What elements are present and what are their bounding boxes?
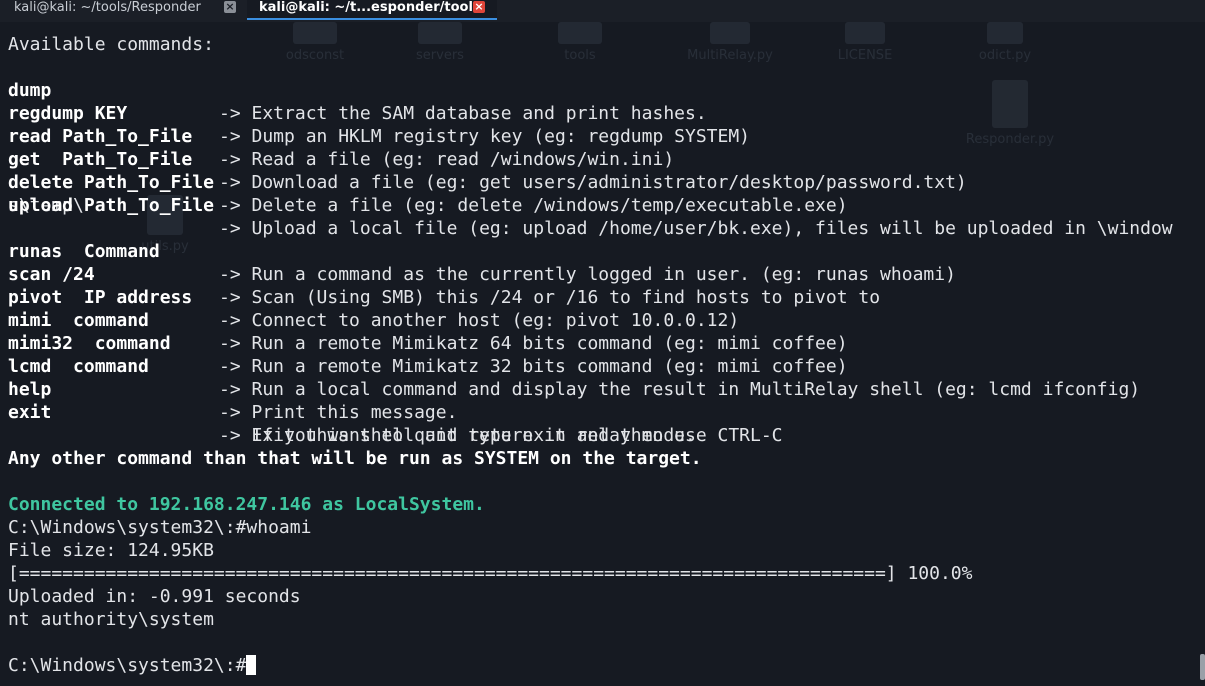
prompt-whoami: C:\Windows\system32\:#whoami xyxy=(8,517,312,538)
exit-note: If you want to quit type exit and then u… xyxy=(219,425,783,446)
command-row: get Path_To_File -> Download a file (eg:… xyxy=(8,125,1198,193)
tab-label: kali@kali: ~/tools/Responder xyxy=(14,0,201,15)
progress-bar: [=======================================… xyxy=(8,563,973,584)
exit-note-row: If you want to quit type exit and then u… xyxy=(8,401,1198,446)
tab-responder[interactable]: kali@kali: ~/tools/Responder × xyxy=(0,0,247,20)
tab-bar: kali@kali: ~/tools/Responder × kali@kali… xyxy=(0,0,1205,22)
tab-label: kali@kali: ~/t...esponder/tools xyxy=(259,0,481,15)
command-row: exit -> Exit this shell and return in re… xyxy=(8,378,1198,446)
command-row: pivot IP address -> Connect to another h… xyxy=(8,263,1198,331)
input-prompt-line[interactable]: C:\Windows\system32\:# xyxy=(8,654,1198,677)
command-row: runas Command -> Run a command as the cu… xyxy=(8,217,1198,285)
whoami-output: nt authority\system xyxy=(8,609,214,630)
command-row: help -> Print this message. xyxy=(8,355,1198,423)
close-icon[interactable]: × xyxy=(473,1,485,13)
command-row: scan /24 -> Scan (Using SMB) this /24 or… xyxy=(8,240,1198,308)
system-note: Any other command than that will be run … xyxy=(8,448,702,469)
close-icon[interactable]: × xyxy=(224,1,236,13)
terminal-output[interactable]: Available commands: dump -> Extract the … xyxy=(8,33,1198,677)
text-cursor xyxy=(246,655,257,675)
command-name: upload Path_To_File xyxy=(8,195,214,216)
command-row: delete Path_To_File -> Delete a file (eg… xyxy=(8,148,1198,216)
help-header: Available commands: xyxy=(8,34,214,55)
command-row: mimi32 command -> Run a remote Mimikatz … xyxy=(8,309,1198,377)
command-row: lcmd command -> Run a local command and … xyxy=(8,332,1198,400)
command-row: dump -> Extract the SAM database and pri… xyxy=(8,56,1198,124)
command-row: read Path_To_File -> Read a file (eg: re… xyxy=(8,102,1198,170)
upload-time: Uploaded in: -0.991 seconds xyxy=(8,586,301,607)
terminal-window: odsconst servers tools MultiRelay.py LIC… xyxy=(0,0,1205,686)
file-size: File size: 124.95KB xyxy=(8,540,214,561)
tab-responder-tools[interactable]: kali@kali: ~/t...esponder/tools × xyxy=(247,0,497,20)
command-description: -> Delete a file (eg: delete /windows/te… xyxy=(219,195,848,216)
command-row: mimi command -> Run a remote Mimikatz 64… xyxy=(8,286,1198,354)
scrollbar[interactable] xyxy=(1200,654,1205,680)
command-row: regdump KEY -> Dump an HKLM registry key… xyxy=(8,79,1198,147)
command-row: upload Path_To_File -> Upload a local fi… xyxy=(8,171,1198,239)
connected-status: Connected to 192.168.247.146 as LocalSys… xyxy=(8,494,485,515)
shell-prompt: C:\Windows\system32\:# xyxy=(8,655,247,676)
